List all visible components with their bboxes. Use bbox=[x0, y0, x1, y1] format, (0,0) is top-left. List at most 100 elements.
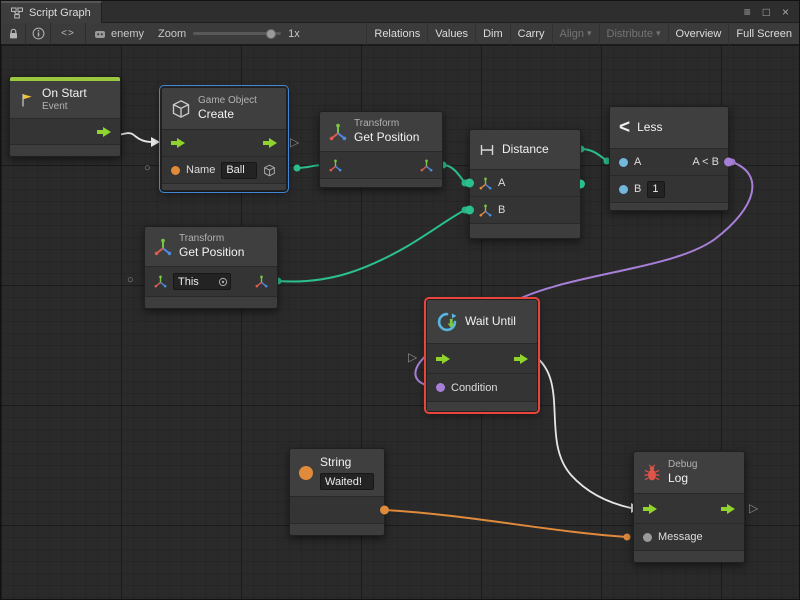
flow-output-port[interactable] bbox=[97, 127, 111, 137]
name-input-port[interactable] bbox=[171, 166, 180, 175]
graph-target-name: enemy bbox=[111, 28, 144, 40]
node-header: Distance bbox=[470, 130, 580, 170]
flow-output-port[interactable] bbox=[263, 138, 277, 148]
zoom-label: Zoom bbox=[158, 28, 186, 40]
window-controls: ≡ □ × bbox=[744, 6, 799, 18]
node-footer bbox=[610, 203, 728, 210]
node-get-position-2[interactable]: Transform Get Position bbox=[144, 226, 278, 309]
b-input-port[interactable] bbox=[465, 206, 474, 215]
unconnected-flow-icon[interactable]: ▷ bbox=[408, 351, 417, 363]
wait-until-icon bbox=[436, 311, 458, 333]
value-port-row: Condition bbox=[427, 374, 537, 402]
wire-getposition2-to-distance-b bbox=[278, 210, 465, 282]
transform-input-port[interactable] bbox=[329, 159, 342, 172]
object-picker-icon[interactable] bbox=[218, 277, 228, 287]
lock-icon[interactable] bbox=[1, 23, 25, 45]
string-output-port[interactable] bbox=[380, 506, 389, 515]
button-label: Distribute bbox=[607, 28, 653, 40]
value-port-row: A bbox=[470, 170, 580, 197]
wire-waituntil-to-log bbox=[536, 357, 631, 508]
unconnected-value-icon[interactable]: ○ bbox=[144, 163, 151, 174]
node-header: Game Object Create bbox=[162, 88, 286, 130]
unconnected-flow-icon[interactable]: ▷ bbox=[290, 136, 299, 148]
maximize-icon[interactable]: □ bbox=[763, 6, 770, 18]
node-string[interactable]: String bbox=[289, 448, 385, 536]
node-footer bbox=[162, 184, 286, 190]
port-label: B bbox=[634, 183, 641, 195]
info-icon[interactable] bbox=[26, 23, 50, 45]
wire-distance-to-less-a bbox=[581, 149, 607, 161]
zoom-slider-handle[interactable] bbox=[266, 29, 276, 39]
script-graph-icon bbox=[11, 7, 23, 19]
transform-input-port[interactable] bbox=[154, 275, 167, 288]
b-value-field[interactable] bbox=[647, 181, 665, 198]
node-header: Transform Get Position bbox=[145, 227, 277, 267]
close-icon[interactable]: × bbox=[782, 6, 789, 18]
node-category: Transform bbox=[179, 233, 244, 246]
message-input-port[interactable] bbox=[643, 533, 652, 542]
graph-target[interactable]: enemy bbox=[86, 28, 152, 40]
node-get-position-1[interactable]: Transform Get Position bbox=[319, 111, 443, 188]
button-label: Dim bbox=[483, 28, 503, 40]
node-title: Get Position bbox=[179, 245, 244, 260]
node-header: On Start Event bbox=[10, 81, 120, 119]
node-header: Debug Log bbox=[634, 452, 744, 494]
full-screen-button[interactable]: Full Screen bbox=[728, 23, 799, 45]
flow-input-port[interactable] bbox=[643, 504, 657, 514]
a-input-port[interactable] bbox=[465, 179, 474, 188]
game-object-output-port[interactable] bbox=[263, 164, 276, 177]
node-footer bbox=[427, 402, 537, 411]
tab-title: Script Graph bbox=[29, 7, 91, 19]
name-field[interactable] bbox=[221, 162, 257, 179]
graph-canvas[interactable]: ▷ ▷ ▷ ○ ○ On Start Event bbox=[1, 45, 799, 599]
node-on-start[interactable]: On Start Event bbox=[9, 76, 121, 157]
node-title: Create bbox=[198, 107, 257, 122]
unconnected-flow-icon[interactable]: ▷ bbox=[749, 502, 758, 514]
distribute-button: Distribute ▾ bbox=[599, 23, 668, 45]
node-create-game-object[interactable]: Game Object Create Name bbox=[161, 87, 287, 191]
string-icon bbox=[299, 466, 313, 480]
node-title: Wait Until bbox=[465, 314, 516, 329]
overview-button[interactable]: Overview bbox=[668, 23, 729, 45]
dim-button[interactable]: Dim bbox=[475, 23, 510, 45]
relations-button[interactable]: Relations bbox=[366, 23, 427, 45]
carry-button[interactable]: Carry bbox=[510, 23, 552, 45]
less-icon: < bbox=[619, 118, 630, 137]
port-label: Condition bbox=[451, 382, 497, 394]
string-value-field[interactable] bbox=[320, 473, 374, 490]
zoom-slider[interactable] bbox=[193, 32, 281, 35]
a-input-port[interactable] bbox=[619, 158, 628, 167]
position-output-port[interactable] bbox=[255, 275, 268, 288]
node-less[interactable]: < Less A A < B B bbox=[609, 106, 729, 211]
node-category: Transform bbox=[354, 118, 419, 131]
port-label: A bbox=[498, 177, 505, 189]
distance-icon bbox=[479, 142, 495, 158]
flow-output-port[interactable] bbox=[514, 354, 528, 364]
button-label: Values bbox=[435, 28, 468, 40]
node-header: Wait Until bbox=[427, 300, 537, 344]
node-title: Log bbox=[668, 471, 697, 486]
value-port-row: B bbox=[610, 176, 728, 203]
vector-icon bbox=[479, 177, 492, 190]
align-button: Align ▾ bbox=[552, 23, 599, 45]
flow-port-row bbox=[427, 344, 537, 374]
result-output-port[interactable] bbox=[724, 158, 733, 167]
flow-output-port[interactable] bbox=[721, 504, 735, 514]
node-debug-log[interactable]: Debug Log Message bbox=[633, 451, 745, 563]
node-wait-until[interactable]: Wait Until Condition bbox=[426, 299, 538, 412]
node-distance[interactable]: Distance A B bbox=[469, 129, 581, 239]
port-label: A < B bbox=[692, 156, 719, 168]
values-button[interactable]: Values bbox=[427, 23, 475, 45]
condition-input-port[interactable] bbox=[436, 383, 445, 392]
flow-input-port[interactable] bbox=[171, 138, 185, 148]
flow-input-port[interactable] bbox=[436, 354, 450, 364]
tab-script-graph[interactable]: Script Graph bbox=[1, 1, 102, 23]
unconnected-value-icon[interactable]: ○ bbox=[127, 275, 134, 286]
window-menu-icon[interactable]: ≡ bbox=[744, 6, 751, 18]
unity-script-graph-window: Script Graph ≡ □ × <> bbox=[0, 0, 800, 600]
zoom-value: 1x bbox=[288, 28, 300, 40]
position-output-port[interactable] bbox=[420, 159, 433, 172]
code-view-icon[interactable]: <> bbox=[51, 23, 85, 45]
b-input-port[interactable] bbox=[619, 185, 628, 194]
node-footer bbox=[634, 551, 744, 562]
